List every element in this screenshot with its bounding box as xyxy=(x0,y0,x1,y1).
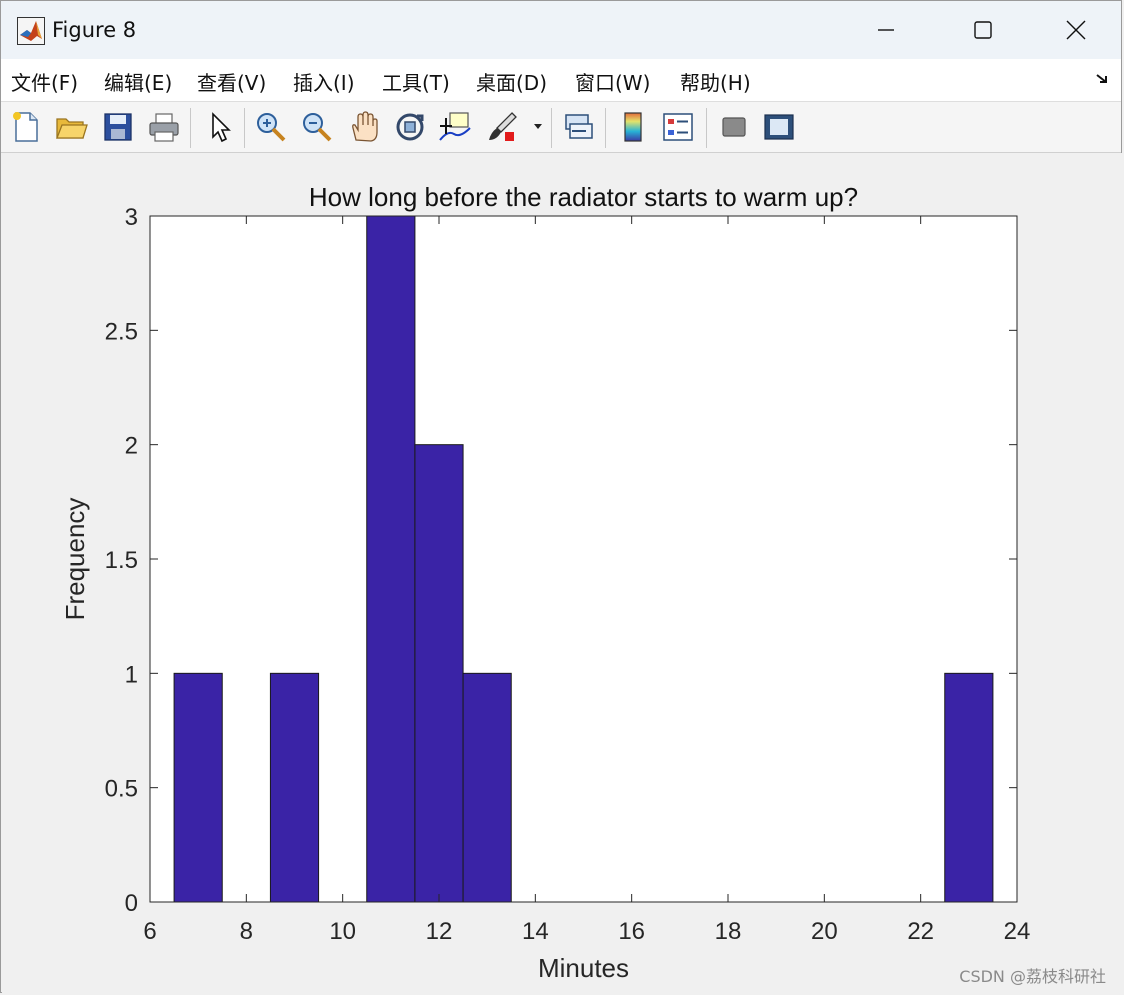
link-plot-icon[interactable] xyxy=(562,110,596,144)
histogram-bar-16 xyxy=(944,672,994,903)
minimize-button[interactable] xyxy=(863,9,909,51)
close-icon xyxy=(1066,20,1086,40)
x-tick-label: 12 xyxy=(426,918,453,945)
x-tick-label: 14 xyxy=(522,918,549,945)
window-title: Figure 8 xyxy=(52,18,137,42)
y-tick-label: 2 xyxy=(125,433,138,460)
figure-toolbar xyxy=(1,102,1121,153)
brush-icon[interactable] xyxy=(485,110,519,144)
maximize-button[interactable] xyxy=(960,9,1006,51)
minimize-icon xyxy=(878,29,894,31)
menu-help[interactable]: 帮助(H) xyxy=(680,67,751,96)
figure-canvas: 6 8 10 12 14 16 18 20 22 24 0 0.5 1 1.5 2 2.5 3 How long… xyxy=(2,153,1122,993)
toolbar-separator xyxy=(551,108,552,148)
print-icon[interactable] xyxy=(147,110,181,144)
x-tick-label: 16 xyxy=(618,918,645,945)
y-tick-label: 3 xyxy=(125,204,138,231)
figure-window: Figure 8 文件(F) 编辑(E) 查看(V) 插入(I) 工具(T) 桌… xyxy=(0,0,1122,993)
x-tick-label: 8 xyxy=(240,918,253,945)
toolbar-separator xyxy=(605,108,606,148)
maximize-icon xyxy=(974,21,992,39)
menu-window[interactable]: 窗口(W) xyxy=(575,67,650,96)
toolbar-separator xyxy=(706,108,707,148)
title-bar[interactable]: Figure 8 xyxy=(1,1,1121,59)
hide-plot-tools-icon[interactable] xyxy=(717,110,751,144)
pan-hand-icon[interactable] xyxy=(347,110,381,144)
x-tick-label: 10 xyxy=(329,918,356,945)
menu-insert[interactable]: 插入(I) xyxy=(293,67,355,96)
brush-dropdown-icon[interactable] xyxy=(531,110,545,144)
x-tick-label: 18 xyxy=(715,918,742,945)
y-tick-label: 0 xyxy=(125,890,138,917)
histogram-chart[interactable]: 6 8 10 12 14 16 18 20 22 24 0 0.5 1 1.5 2 2.5 3 How long… xyxy=(2,153,1122,993)
x-tick-label: 20 xyxy=(811,918,838,945)
new-file-icon[interactable] xyxy=(9,110,43,144)
menu-desktop[interactable]: 桌面(D) xyxy=(476,67,547,96)
toolbar-separator xyxy=(244,108,245,148)
menu-view[interactable]: 查看(V) xyxy=(197,67,266,96)
menu-edit[interactable]: 编辑(E) xyxy=(104,67,172,96)
save-icon[interactable] xyxy=(101,110,135,144)
y-tick-label: 2.5 xyxy=(105,318,138,345)
x-tick-label: 22 xyxy=(907,918,934,945)
y-tick-label: 0.5 xyxy=(105,776,138,803)
y-tick-label: 1 xyxy=(125,661,138,688)
menu-file[interactable]: 文件(F) xyxy=(11,67,78,96)
histogram-bar-0 xyxy=(173,672,223,903)
x-axis-label: Minutes xyxy=(538,953,629,983)
y-tick-label: 1.5 xyxy=(105,547,138,574)
zoom-out-icon[interactable] xyxy=(300,110,334,144)
rotate-3d-icon[interactable] xyxy=(393,110,427,144)
watermark: CSDN @荔枝科研社 xyxy=(959,967,1106,986)
open-folder-icon[interactable] xyxy=(54,110,88,144)
x-tick-label: 24 xyxy=(1004,918,1031,945)
matlab-logo-icon xyxy=(17,17,45,45)
x-tick-label: 6 xyxy=(143,918,156,945)
y-axis-label: Frequency xyxy=(60,498,90,621)
show-plot-tools-icon[interactable] xyxy=(762,110,796,144)
chart-title: How long before the radiator starts to w… xyxy=(309,182,858,212)
colorbar-icon[interactable] xyxy=(616,110,650,144)
data-cursor-icon[interactable] xyxy=(438,110,472,144)
histogram-bar-5 xyxy=(414,444,464,903)
histogram-bar-4 xyxy=(366,215,416,903)
menu-bar: 文件(F) 编辑(E) 查看(V) 插入(I) 工具(T) 桌面(D) 窗口(W… xyxy=(1,59,1121,102)
zoom-in-icon[interactable] xyxy=(254,110,288,144)
close-button[interactable] xyxy=(1053,9,1099,51)
pointer-icon[interactable] xyxy=(203,110,237,144)
histogram-bar-6 xyxy=(462,672,512,903)
dock-arrow-icon[interactable] xyxy=(1095,71,1111,91)
legend-icon[interactable] xyxy=(661,110,695,144)
histogram-bar-2 xyxy=(269,672,320,903)
toolbar-separator xyxy=(190,108,191,148)
menu-tools[interactable]: 工具(T) xyxy=(382,67,450,96)
